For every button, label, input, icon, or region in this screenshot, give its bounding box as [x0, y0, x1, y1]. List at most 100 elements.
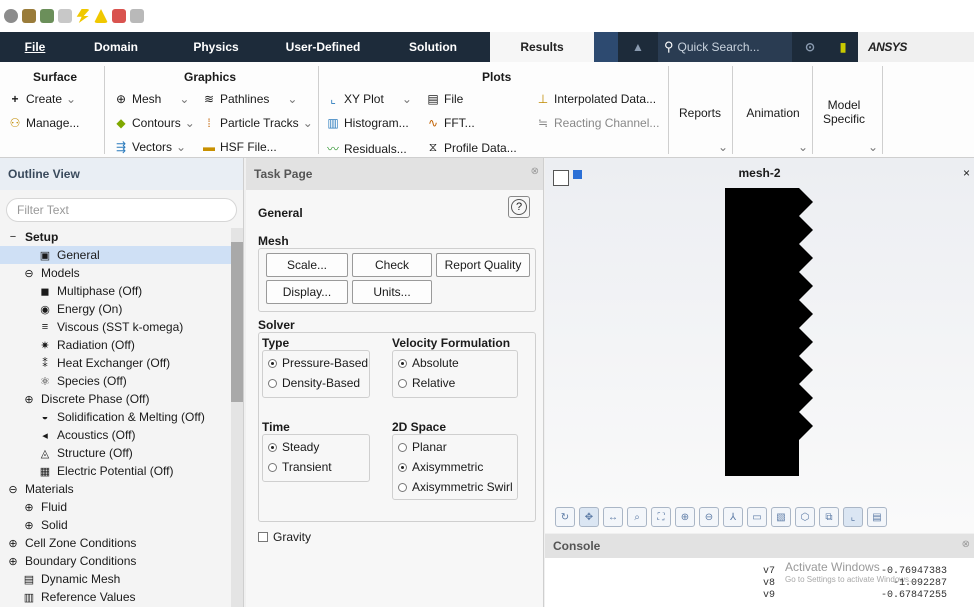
outline-item-heat-exchanger-off[interactable]: ⁑ Heat Exchanger (Off) [0, 354, 232, 372]
menu-user-defined[interactable]: User-Defined [270, 32, 376, 62]
file-plot-button[interactable]: ▤ File [426, 92, 463, 106]
transient-radio[interactable]: Transient [268, 460, 332, 474]
ansys-logo-icon[interactable] [94, 9, 108, 23]
axisymmetric-radio[interactable]: Axisymmetric [398, 460, 483, 474]
chevron-down-icon[interactable]: ⌄ [868, 140, 878, 154]
chevron-down-icon[interactable]: ⌄ [798, 140, 808, 154]
cube-icon[interactable] [22, 9, 36, 23]
check-button[interactable]: Check [352, 253, 432, 277]
outline-item-discrete-phase-off[interactable]: ⊕ Discrete Phase (Off) [0, 390, 232, 408]
create-surface-button[interactable]: + Create ⌄ [8, 92, 76, 106]
collapse-ribbon-icon[interactable]: ▲ [618, 32, 658, 62]
xy-plot-button[interactable]: ⌞ XY Plot ⌄ [326, 92, 412, 106]
more-icon[interactable]: ▤ [867, 507, 887, 527]
scrollbar-thumb[interactable] [231, 242, 243, 402]
outline-item-species-off[interactable]: ⚛ Species (Off) [0, 372, 232, 390]
ruler-icon[interactable]: ▭ [747, 507, 767, 527]
outline-item-setup[interactable]: − Setup [0, 228, 232, 246]
lightning-icon[interactable] [76, 9, 90, 23]
reports-button[interactable]: Reports [672, 106, 728, 120]
outline-item-energy-on[interactable]: ◉ Energy (On) [0, 300, 232, 318]
settings-icon[interactable]: ⊙ [792, 32, 828, 62]
absolute-radio[interactable]: Absolute [398, 356, 459, 370]
reacting-channel-button[interactable]: ≒ Reacting Channel... [536, 116, 659, 130]
quick-search-input[interactable]: ⚲ Quick Search... [658, 32, 792, 62]
layers-icon[interactable]: ⧉ [819, 507, 839, 527]
close-icon[interactable]: ⊗ [531, 166, 539, 177]
mesh-graphics-button[interactable]: ⊕ Mesh ⌄ [114, 92, 189, 106]
cube-icon[interactable] [40, 9, 54, 23]
graphics-window[interactable]: mesh-2 × [545, 158, 974, 533]
fit-to-window-icon[interactable]: ⛶ [651, 507, 671, 527]
menu-results[interactable]: Results [490, 32, 594, 62]
outline-item-solidification-melting-off[interactable]: ◒ Solidification & Melting (Off) [0, 408, 232, 426]
flag-icon[interactable]: ▮ [828, 32, 858, 62]
axisymmetric-swirl-radio[interactable]: Axisymmetric Swirl [398, 480, 513, 494]
outline-item-structure-off[interactable]: ◬ Structure (Off) [0, 444, 232, 462]
close-icon[interactable]: × [963, 166, 970, 180]
mesh-icon[interactable] [112, 9, 126, 23]
steady-radio[interactable]: Steady [268, 440, 319, 454]
view-icon[interactable]: ▧ [771, 507, 791, 527]
console-panel[interactable]: Console ⊗ Activate Windows Go to Setting… [545, 534, 974, 607]
menu-physics[interactable]: Physics [162, 32, 270, 62]
zoom-to-area-icon[interactable]: ⌕ [627, 507, 647, 527]
outline-item-radiation-off[interactable]: ✷ Radiation (Off) [0, 336, 232, 354]
zoom-out-icon[interactable]: ⊖ [699, 507, 719, 527]
outline-item-fluid[interactable]: ⊕ Fluid [0, 498, 232, 516]
outline-item-electric-potential-off[interactable]: ▦ Electric Potential (Off) [0, 462, 232, 480]
axis-toggle-icon[interactable]: ⌞ [843, 507, 863, 527]
relative-radio[interactable]: Relative [398, 376, 455, 390]
hsf-file-button[interactable]: ▬ HSF File... [202, 140, 277, 154]
cube-view-icon[interactable]: ⬡ [795, 507, 815, 527]
help-button[interactable]: ? [508, 196, 530, 218]
vectors-button[interactable]: ⇶ Vectors ⌄ [114, 140, 186, 154]
scale-button[interactable]: Scale... [266, 253, 348, 277]
rotate-icon[interactable]: ↻ [555, 507, 575, 527]
fft-button[interactable]: ∿ FFT... [426, 116, 475, 130]
histogram-button[interactable]: ▥ Histogram... [326, 116, 408, 130]
outline-scrollbar[interactable] [231, 228, 243, 607]
menu-file[interactable]: File [0, 32, 70, 62]
menu-domain[interactable]: Domain [70, 32, 162, 62]
manage-surface-button[interactable]: ⚇ Manage... [8, 116, 80, 130]
gear-icon[interactable] [4, 9, 18, 23]
menu-solution[interactable]: Solution [376, 32, 490, 62]
pathlines-button[interactable]: ≋ Pathlines ⌄ [202, 92, 297, 106]
interpolated-data-button[interactable]: ⊥ Interpolated Data... [536, 92, 656, 106]
infinity-icon[interactable] [58, 9, 72, 23]
display-button[interactable]: Display... [266, 280, 348, 304]
planar-radio[interactable]: Planar [398, 440, 447, 454]
outline-item-boundary-conditions[interactable]: ⊕ Boundary Conditions [0, 552, 232, 570]
density-based-radio[interactable]: Density-Based [268, 376, 360, 390]
zoom-in-icon[interactable]: ⊕ [675, 507, 695, 527]
grid-icon[interactable] [130, 9, 144, 23]
chevron-down-icon[interactable]: ⌄ [718, 140, 728, 154]
outline-item-dynamic-mesh[interactable]: ▤ Dynamic Mesh [0, 570, 232, 588]
outline-item-reference-values[interactable]: ▥ Reference Values [0, 588, 232, 606]
pressure-based-radio[interactable]: Pressure-Based [268, 356, 368, 370]
residuals-button[interactable]: 〰 Residuals... [326, 140, 407, 157]
model-specific-button[interactable]: Model Specific [818, 98, 870, 126]
filter-text-input[interactable]: Filter Text [6, 198, 237, 222]
outline-item-cell-zone-conditions[interactable]: ⊕ Cell Zone Conditions [0, 534, 232, 552]
outline-item-acoustics-off[interactable]: ◂ Acoustics (Off) [0, 426, 232, 444]
axes-icon[interactable]: ⅄ [723, 507, 743, 527]
contours-button[interactable]: ◆ Contours ⌄ [114, 116, 194, 130]
particle-tracks-button[interactable]: ⁞ Particle Tracks ⌄ [202, 116, 312, 130]
outline-item-multiphase-off[interactable]: ◼ Multiphase (Off) [0, 282, 232, 300]
gravity-checkbox[interactable]: Gravity [258, 530, 311, 544]
transient-label: Transient [282, 460, 332, 474]
animation-button[interactable]: Animation [738, 106, 808, 120]
pan-icon[interactable]: ✥ [579, 507, 599, 527]
report-quality-button[interactable]: Report Quality [436, 253, 530, 277]
profile-data-button[interactable]: ⧖ Profile Data... [426, 140, 517, 155]
units-button[interactable]: Units... [352, 280, 432, 304]
outline-item-solid[interactable]: ⊕ Solid [0, 516, 232, 534]
zoom-in-out-icon[interactable]: ↔ [603, 507, 623, 527]
outline-item-materials[interactable]: ⊖ Materials [0, 480, 232, 498]
outline-item-models[interactable]: ⊖ Models [0, 264, 232, 282]
outline-item-general[interactable]: ▣ General [0, 246, 232, 264]
outline-item-viscous-sst-k-omega[interactable]: ≡ Viscous (SST k-omega) [0, 318, 232, 336]
close-icon[interactable]: ⊗ [962, 539, 970, 550]
